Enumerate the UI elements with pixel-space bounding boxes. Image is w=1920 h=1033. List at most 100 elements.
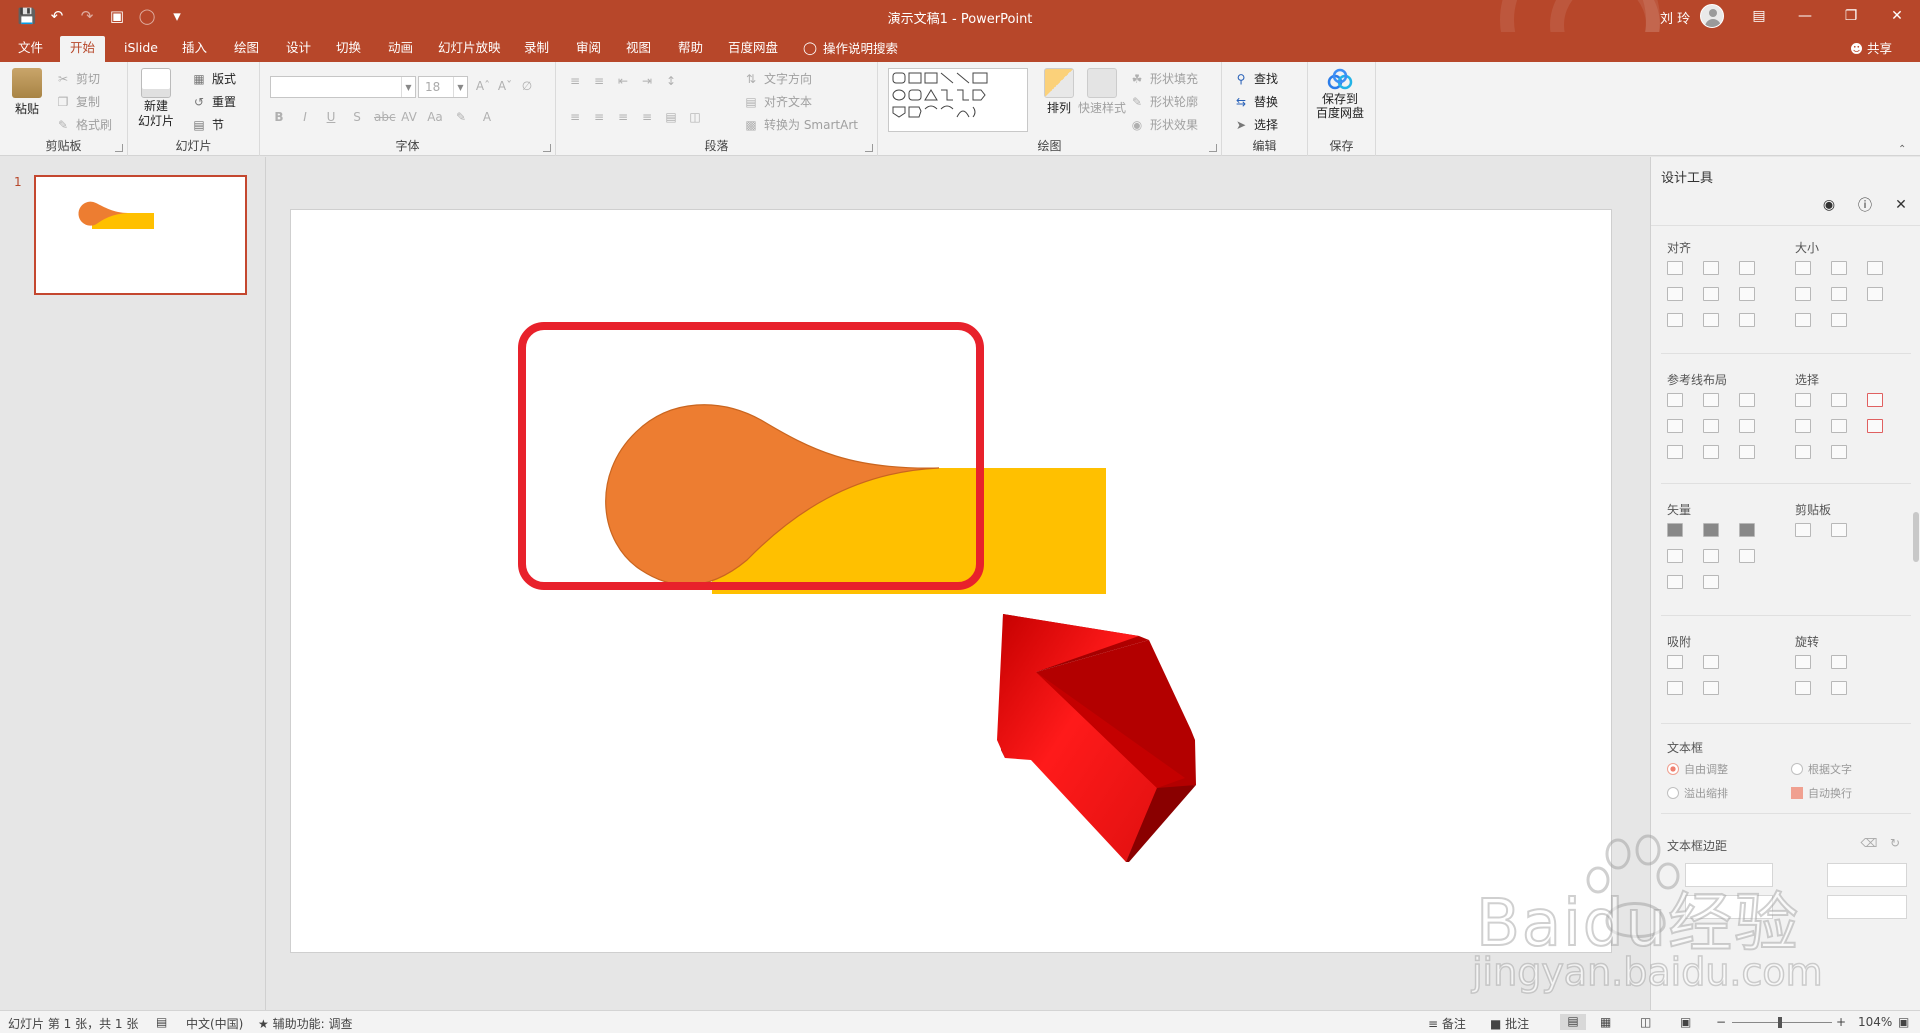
slide-sorter-icon[interactable]: ▦ <box>1600 1015 1611 1029</box>
extend-top-tool[interactable] <box>1795 313 1811 327</box>
merge-combine-tool[interactable] <box>1703 523 1719 537</box>
tell-me-search[interactable]: ◯ 操作说明搜索 <box>803 38 898 57</box>
reset-button[interactable]: ↺ 重置 <box>190 93 236 110</box>
arrange-button[interactable]: 排列 <box>1044 68 1074 116</box>
paste-tool[interactable] <box>1831 523 1847 537</box>
spell-check-icon[interactable]: ▤ <box>156 1015 167 1029</box>
bold-icon[interactable]: B <box>270 110 288 124</box>
snap-tool[interactable] <box>1667 681 1683 695</box>
guide-tool[interactable] <box>1703 445 1719 459</box>
normal-view-icon[interactable]: ▤ <box>1560 1014 1586 1030</box>
restore-icon[interactable]: ❐ <box>1828 0 1874 32</box>
save-to-netdisk-button[interactable]: 保存到 百度网盘 <box>1316 68 1364 120</box>
extend-left-tool[interactable] <box>1795 287 1811 301</box>
zoom-slider-knob[interactable] <box>1778 1017 1782 1028</box>
shape-outline-button[interactable]: ✎ 形状轮廓 <box>1128 93 1198 110</box>
zoom-out-icon[interactable]: − <box>1716 1015 1726 1029</box>
strikethrough-icon[interactable]: abc <box>374 110 396 124</box>
extend-page-tool[interactable] <box>1867 287 1883 301</box>
align-middle-tool[interactable] <box>1703 287 1719 301</box>
language-indicator[interactable]: 中文(中国) <box>186 1015 243 1032</box>
tab-view[interactable]: 视图 <box>624 38 653 62</box>
margin-top-input[interactable] <box>1685 895 1773 919</box>
cut-button[interactable]: ✂ 剪切 <box>54 70 100 87</box>
extend-right-tool[interactable] <box>1831 287 1847 301</box>
rotate-right-tool[interactable] <box>1831 655 1847 669</box>
select-tool[interactable] <box>1795 393 1811 407</box>
same-size-tool[interactable] <box>1867 261 1883 275</box>
format-painter-button[interactable]: ✎ 格式刷 <box>54 116 112 133</box>
select-tool[interactable] <box>1831 419 1847 433</box>
align-center-icon[interactable]: ≡ <box>590 110 608 124</box>
shadow-icon[interactable]: S <box>348 110 366 124</box>
increase-indent-icon[interactable]: ⇥ <box>638 74 656 88</box>
reading-view-icon[interactable]: ◫ <box>1640 1015 1651 1029</box>
replace-button[interactable]: ⇆ 替换 <box>1232 93 1278 110</box>
snap-tool[interactable] <box>1703 655 1719 669</box>
clear-formatting-icon[interactable]: ∅ <box>518 79 536 93</box>
grow-font-icon[interactable]: Aˆ <box>474 79 492 93</box>
edit-points-tool[interactable] <box>1739 549 1755 563</box>
by-text-radio[interactable]: 根据文字 <box>1791 761 1852 777</box>
copy-tool[interactable] <box>1795 523 1811 537</box>
vector-tool[interactable] <box>1703 575 1719 589</box>
settings-icon[interactable]: ◉ <box>1819 195 1839 215</box>
select-tool[interactable] <box>1795 445 1811 459</box>
pane-scrollbar[interactable] <box>1913 512 1919 562</box>
merge-union-tool[interactable] <box>1667 523 1683 537</box>
zoom-in-icon[interactable]: + <box>1836 1015 1846 1029</box>
snap-tool[interactable] <box>1703 681 1719 695</box>
collapse-ribbon-icon[interactable]: ⌃ <box>1898 144 1906 155</box>
guide-tool[interactable] <box>1667 445 1683 459</box>
trash-icon[interactable]: ⌫ <box>1859 833 1879 853</box>
accessibility-status[interactable]: ★ 辅助功能: 调查 <box>258 1015 352 1032</box>
smartart-button[interactable]: ▩ 转换为 SmartArt <box>742 116 858 133</box>
tab-draw[interactable]: 绘图 <box>232 38 261 62</box>
tab-help[interactable]: 帮助 <box>676 38 705 62</box>
char-spacing-icon[interactable]: AV <box>400 110 418 124</box>
auto-fit-radio[interactable]: 自由调整 <box>1667 761 1728 777</box>
select-button[interactable]: ➤ 选择 <box>1232 116 1278 133</box>
line-spacing-icon[interactable]: ↕ <box>662 74 680 88</box>
tab-transitions[interactable]: 切换 <box>334 38 363 62</box>
align-center-tool[interactable] <box>1703 261 1719 275</box>
user-avatar[interactable] <box>1700 4 1724 28</box>
ribbon-display-options-icon[interactable]: ▤ <box>1736 0 1782 32</box>
shape-effects-button[interactable]: ◉ 形状效果 <box>1128 116 1198 133</box>
same-height-tool[interactable] <box>1831 261 1847 275</box>
user-name[interactable]: 刘 玲 <box>1660 8 1690 27</box>
fit-to-window-icon[interactable]: ▣ <box>1898 1015 1909 1029</box>
align-left-icon[interactable]: ≡ <box>566 110 584 124</box>
minimize-icon[interactable]: — <box>1782 0 1828 32</box>
select-cursor-tool[interactable] <box>1867 419 1883 433</box>
flip-vertical-tool[interactable] <box>1795 681 1811 695</box>
margin-bottom-input[interactable] <box>1827 895 1907 919</box>
new-slide-button[interactable]: 新建 幻灯片 <box>138 68 174 128</box>
auto-wrap-checkbox[interactable]: 自动换行 <box>1791 785 1852 801</box>
align-top-tool[interactable] <box>1667 287 1683 301</box>
copy-button[interactable]: ❐ 复制 <box>54 93 100 110</box>
bullets-icon[interactable]: ≡ <box>566 74 584 88</box>
tab-design[interactable]: 设计 <box>284 38 313 62</box>
section-button[interactable]: ▤ 节 <box>190 116 224 133</box>
decrease-indent-icon[interactable]: ⇤ <box>614 74 632 88</box>
select-tool[interactable] <box>1831 445 1847 459</box>
tab-record[interactable]: 录制 <box>522 38 551 62</box>
rotate-left-tool[interactable] <box>1795 655 1811 669</box>
distributed-icon[interactable]: ▤ <box>662 110 680 124</box>
align-bottom-tool[interactable] <box>1739 287 1755 301</box>
zoom-slider[interactable] <box>1732 1022 1832 1023</box>
merge-subtract-tool[interactable] <box>1703 549 1719 563</box>
tab-animations[interactable]: 动画 <box>386 38 415 62</box>
tab-insert[interactable]: 插入 <box>180 38 209 62</box>
shrink-font-icon[interactable]: Aˇ <box>496 79 514 93</box>
overflow-shrink-radio[interactable]: 溢出缩排 <box>1667 785 1728 801</box>
slide-canvas[interactable] <box>290 209 1612 953</box>
merge-fragment-tool[interactable] <box>1739 523 1755 537</box>
same-width-tool[interactable] <box>1795 261 1811 275</box>
italic-icon[interactable]: I <box>296 110 314 124</box>
flip-horizontal-tool[interactable] <box>1831 681 1847 695</box>
comments-button[interactable]: ■ 批注 <box>1490 1015 1529 1032</box>
guide-tool[interactable] <box>1703 419 1719 433</box>
close-icon[interactable]: ✕ <box>1891 195 1911 215</box>
